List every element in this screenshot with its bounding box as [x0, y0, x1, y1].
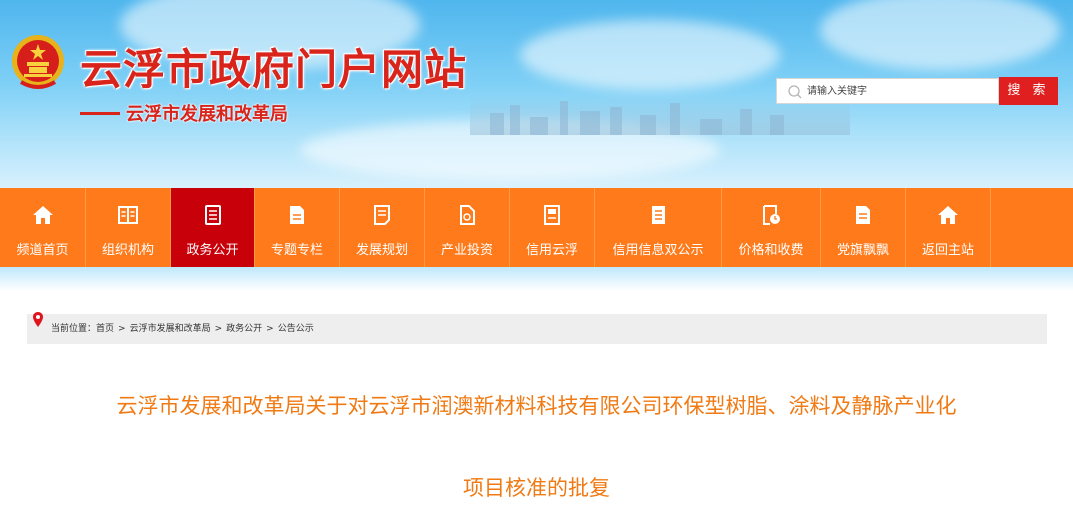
- article-title-line1: 云浮市发展和改革局关于对云浮市润澳新材料科技有限公司环保型树脂、涂料及静脉产业化: [116, 394, 957, 418]
- main-nav: 频道首页 组织机构 政务公开 专题专栏 发展规划 产业投资 信用云浮 信用信息双…: [0, 188, 1073, 267]
- breadcrumb-prefix: 当前位置：: [51, 324, 97, 334]
- nav-item-credit-yunfu[interactable]: 信用云浮: [510, 188, 595, 267]
- nav-label: 组织机构: [101, 243, 154, 258]
- breadcrumb-separator: >: [118, 324, 126, 334]
- nav-label: 发展规划: [355, 243, 408, 258]
- breadcrumb-separator: >: [214, 324, 223, 334]
- document-icon: [460, 205, 475, 225]
- article-title: 云浮市发展和改革局关于对云浮市润澳新材料科技有限公司环保型树脂、涂料及静脉产业化…: [0, 382, 1073, 512]
- book-icon: [118, 206, 138, 224]
- nav-item-special-topics[interactable]: 专题专栏: [255, 188, 340, 267]
- breadcrumb-separator: >: [266, 324, 274, 334]
- nav-label: 价格和收费: [738, 243, 804, 258]
- subtitle-dash: [80, 112, 120, 115]
- article-title-line2: 项目核准的批复: [463, 476, 610, 500]
- document-icon: [652, 206, 665, 224]
- nav-item-price-and-fees[interactable]: 价格和收费: [722, 188, 821, 267]
- nav-item-return-main-site[interactable]: 返回主站: [906, 188, 991, 267]
- nav-label: 政务公开: [186, 243, 239, 258]
- national-emblem-icon: [12, 35, 64, 89]
- nav-item-government-affairs[interactable]: 政务公开: [171, 188, 255, 267]
- document-clock-icon: [763, 205, 780, 225]
- nav-label: 频道首页: [16, 243, 69, 258]
- breadcrumb-item-announcements[interactable]: 公告公示: [278, 324, 314, 334]
- nav-item-organization[interactable]: 组织机构: [86, 188, 171, 267]
- nav-item-party-flag[interactable]: 党旗飘飘: [821, 188, 906, 267]
- breadcrumb: 当前位置：首页 > 云浮市发展和改革局 > 政务公开 > 公告公示: [27, 312, 1047, 344]
- site-subtitle: 云浮市发展和改革局: [126, 104, 288, 125]
- document-icon: [856, 206, 870, 224]
- cloud-decoration: [520, 20, 780, 90]
- document-icon: [374, 205, 390, 225]
- document-icon: [290, 206, 304, 224]
- nav-filler: [991, 188, 1073, 267]
- nav-label: 信用信息双公示: [612, 243, 704, 258]
- cloud-decoration: [820, 0, 1060, 70]
- breadcrumb-item-home[interactable]: 首页: [96, 324, 114, 334]
- site-title: 云浮市政府门户网站: [80, 45, 468, 94]
- search-input[interactable]: [807, 82, 995, 100]
- home-icon: [938, 206, 958, 224]
- nav-item-industry-investment[interactable]: 产业投资: [425, 188, 510, 267]
- breadcrumb-item-government-affairs[interactable]: 政务公开: [226, 324, 262, 334]
- nav-label: 党旗飘飘: [836, 243, 889, 258]
- document-icon: [544, 205, 560, 225]
- nav-item-development-plan[interactable]: 发展规划: [340, 188, 425, 267]
- home-icon: [32, 206, 53, 224]
- document-icon: [204, 205, 221, 225]
- nav-shadow: [0, 267, 1073, 291]
- search-button[interactable]: 搜 索: [999, 77, 1058, 105]
- search-box: [776, 78, 999, 104]
- nav-item-credit-dual-publicity[interactable]: 信用信息双公示: [595, 188, 722, 267]
- nav-label: 专题专栏: [270, 243, 323, 258]
- nav-label: 产业投资: [440, 243, 493, 258]
- nav-label: 返回主站: [921, 243, 974, 258]
- nav-item-channel-home[interactable]: 频道首页: [0, 188, 86, 267]
- location-pin-icon: [33, 312, 43, 327]
- nav-label: 信用云浮: [525, 243, 578, 258]
- search-icon: [788, 85, 802, 99]
- breadcrumb-item-bureau[interactable]: 云浮市发展和改革局: [130, 324, 211, 334]
